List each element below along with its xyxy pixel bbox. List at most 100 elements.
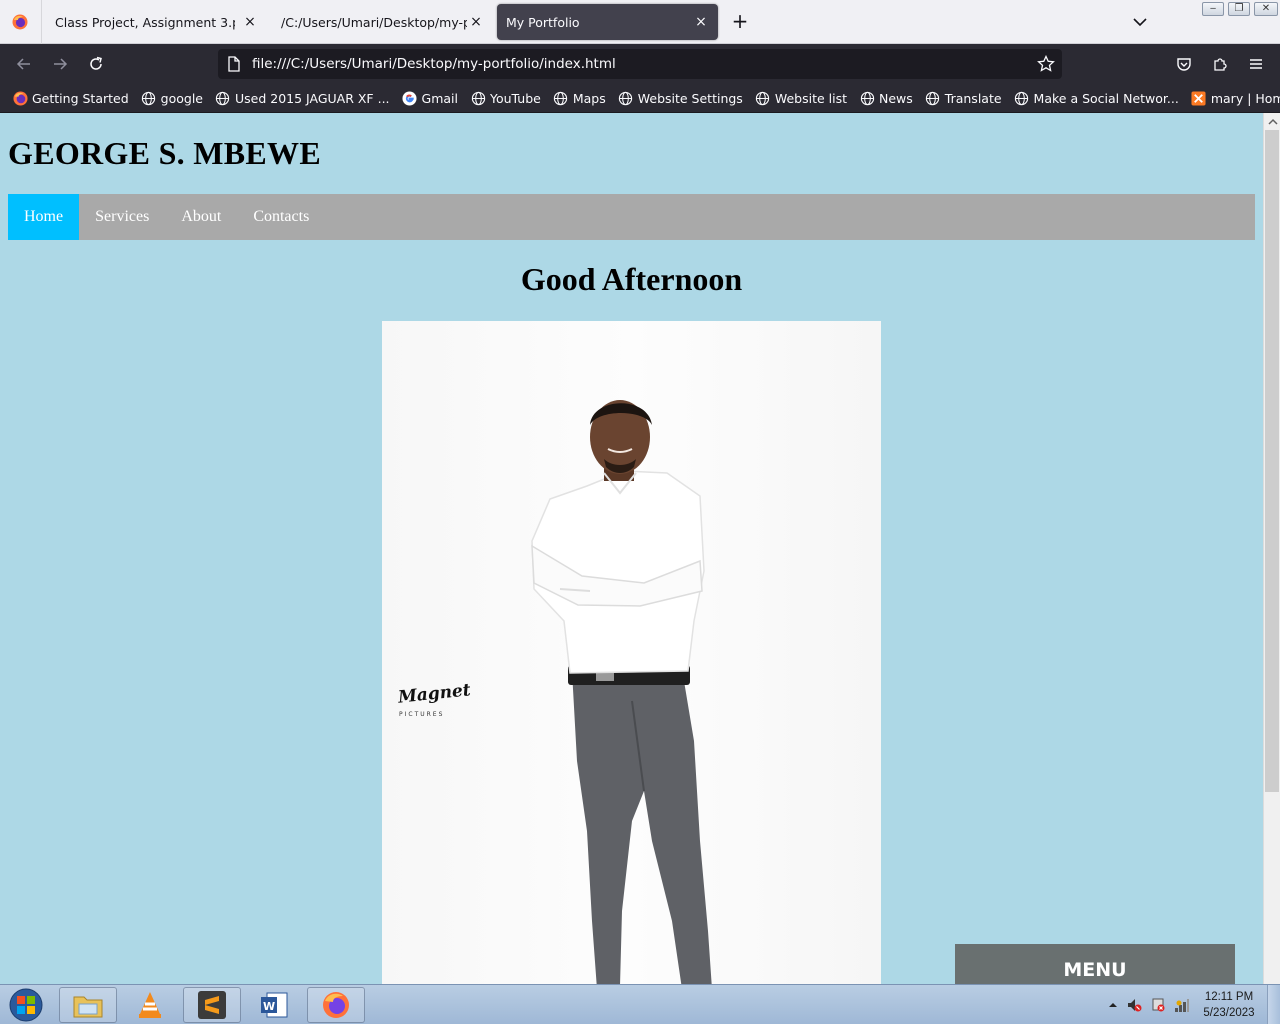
bookmark-label: Gmail — [421, 90, 458, 106]
google-icon — [402, 90, 418, 106]
bookmark-item[interactable]: News — [859, 90, 913, 106]
window-close-button[interactable]: ✕ — [1254, 2, 1278, 16]
bookmark-star-icon[interactable] — [1037, 55, 1055, 73]
puzzle-icon — [1214, 58, 1227, 71]
bookmark-item[interactable]: Gmail — [402, 90, 458, 106]
tab-close-icon[interactable]: × — [241, 13, 259, 31]
windows-taskbar: W 12:11 PM 5/23/2023 — [0, 984, 1280, 1024]
globe-icon — [925, 90, 941, 106]
navigation-toolbar: file:///C:/Users/Umari/Desktop/my-portfo… — [0, 44, 1280, 84]
xampp-icon — [1191, 90, 1207, 106]
globe-icon — [859, 90, 875, 106]
system-clock[interactable]: 12:11 PM 5/23/2023 — [1196, 989, 1262, 1021]
taskbar-sublime-text[interactable] — [183, 987, 241, 1023]
bookmark-item[interactable]: Make a Social Networ... — [1014, 90, 1179, 106]
forward-button[interactable] — [48, 52, 72, 76]
bookmark-item[interactable]: YouTube — [470, 90, 541, 106]
photo-watermark-subtitle: PICTURES — [399, 711, 445, 718]
globe-icon — [618, 90, 634, 106]
window-minimize-button[interactable]: ‒ — [1202, 2, 1224, 16]
scrollbar-thumb[interactable] — [1265, 130, 1279, 792]
system-tray — [1108, 997, 1190, 1013]
nav-link-home[interactable]: Home — [8, 194, 80, 240]
chevron-up-icon — [1267, 118, 1278, 125]
sublime-text-icon — [198, 991, 226, 1019]
bookmark-label: google — [160, 90, 203, 106]
tab-class-project[interactable]: Class Project, Assignment 3.pdf × — [45, 4, 267, 40]
taskbar-firefox[interactable] — [307, 987, 365, 1023]
tab-my-portfolio[interactable]: My Portfolio × — [497, 4, 718, 40]
taskbar-word[interactable]: W — [245, 987, 303, 1023]
bookmark-item[interactable]: Maps — [553, 90, 606, 106]
profile-photo: Magnet PICTURES — [382, 321, 881, 984]
action-center-alert-icon[interactable] — [1150, 997, 1166, 1013]
back-button[interactable] — [12, 52, 36, 76]
tab-close-icon[interactable]: × — [467, 13, 485, 31]
pocket-button[interactable] — [1172, 52, 1196, 76]
address-bar[interactable]: file:///C:/Users/Umari/Desktop/my-portfo… — [218, 49, 1062, 79]
bookmark-item[interactable]: Used 2015 JAGUAR XF ... — [215, 90, 390, 106]
window-restore-button[interactable]: ❐ — [1228, 2, 1250, 16]
tab-close-icon[interactable]: × — [692, 13, 710, 31]
bookmark-item[interactable]: Website list — [755, 90, 847, 106]
bookmark-label: Make a Social Networ... — [1033, 90, 1179, 106]
nav-link-contacts[interactable]: Contacts — [237, 194, 325, 240]
bookmark-label: Used 2015 JAGUAR XF ... — [234, 90, 390, 106]
bookmark-label: Translate — [944, 90, 1002, 106]
greeting-heading: Good Afternoon — [520, 261, 743, 297]
nav-link-about[interactable]: About — [165, 194, 237, 240]
start-button[interactable] — [6, 988, 46, 1022]
app-menu-button[interactable] — [1244, 52, 1268, 76]
globe-icon — [470, 90, 486, 106]
site-navigation: Home Services About Contacts — [8, 194, 1255, 240]
bookmark-label: Website list — [774, 90, 847, 106]
menu-panel[interactable]: MENU — [955, 944, 1235, 984]
person-figure — [531, 400, 712, 984]
globe-icon — [553, 90, 569, 106]
bookmark-label: Getting Started — [32, 90, 129, 106]
taskbar-explorer[interactable] — [59, 987, 117, 1023]
reload-icon — [90, 56, 102, 70]
network-signal-icon[interactable] — [1174, 997, 1190, 1013]
tab-label: Class Project, Assignment 3.pdf — [55, 14, 235, 30]
arrow-left-icon — [16, 58, 30, 70]
menu-title: MENU — [1063, 959, 1127, 981]
bookmark-item[interactable]: Getting Started — [12, 90, 129, 106]
bookmark-item[interactable]: Website Settings — [618, 90, 743, 106]
arrow-right-icon — [54, 58, 68, 70]
svg-text:W: W — [263, 1000, 275, 1013]
firefox-icon — [323, 992, 349, 1018]
bookmark-item[interactable]: google — [141, 90, 203, 106]
nav-link-services[interactable]: Services — [79, 194, 165, 240]
globe-icon — [215, 90, 231, 106]
show-desktop-button[interactable] — [1267, 985, 1280, 1024]
bookmark-label: News — [879, 90, 913, 106]
volume-muted-icon[interactable] — [1126, 997, 1142, 1013]
page-viewport: GEORGE S. MBEWE Home Services About Cont… — [0, 113, 1263, 984]
bookmark-label: YouTube — [490, 90, 541, 106]
firefox-icon — [12, 14, 28, 30]
folder-icon — [73, 996, 103, 1018]
bookmark-item[interactable]: Translate — [925, 90, 1002, 106]
firefox-view-button[interactable] — [0, 0, 42, 44]
list-all-tabs-icon[interactable] — [1130, 12, 1150, 32]
bookmark-label: Maps — [572, 90, 606, 106]
tab-local-file[interactable]: /C:/Users/Umari/Desktop/my-portfolio × — [271, 4, 493, 40]
word-icon: W — [261, 992, 288, 1018]
page-icon — [228, 56, 240, 72]
tab-label: My Portfolio — [506, 14, 580, 30]
hamburger-menu-icon — [1250, 59, 1262, 69]
firefox-icon — [12, 90, 28, 106]
tab-label: /C:/Users/Umari/Desktop/my-portfolio — [281, 14, 467, 30]
tray-expand-icon[interactable] — [1108, 1000, 1118, 1010]
extensions-button[interactable] — [1208, 52, 1232, 76]
bookmark-item[interactable]: mary | Home — [1191, 90, 1280, 106]
taskbar-vlc[interactable] — [121, 987, 179, 1023]
clock-date: 5/23/2023 — [1203, 1007, 1255, 1019]
reload-button[interactable] — [84, 52, 108, 76]
clock-time: 12:11 PM — [1204, 991, 1254, 1003]
page-scrollbar[interactable] — [1263, 113, 1280, 984]
scroll-up-button[interactable] — [1264, 113, 1280, 130]
bookmark-label: mary | Home — [1210, 90, 1280, 106]
new-tab-button[interactable]: + — [729, 10, 751, 32]
